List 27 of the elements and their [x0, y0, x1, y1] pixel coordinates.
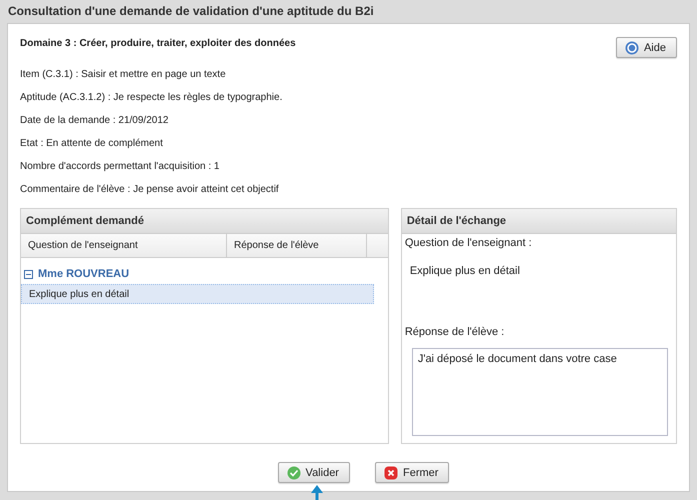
- detail-text: Nombre d'accords permettant l'acquisition : 1: [20, 161, 220, 173]
- check-icon: [286, 466, 301, 480]
- detail-text: Commentaire de l'élève : Je pense avoir atteint cet objectif: [20, 184, 280, 196]
- help-button[interactable]: Aide: [616, 37, 677, 58]
- column-header[interactable]: Question de l'enseignant: [21, 234, 227, 257]
- detail-text: Etat : En attente de complément: [20, 138, 164, 150]
- domain-heading: Domaine 3 : Créer, produire, traiter, exploiter des données: [20, 38, 296, 49]
- panel-title: Détail de l'échange: [402, 209, 676, 234]
- answer-box[interactable]: J'ai déposé le document dans votre case: [412, 348, 668, 436]
- detail-text: Date de la demande : 21/09/2012: [20, 115, 170, 127]
- window-title: Consultation d'une demande de validation d'une aptitude du B2i: [7, 3, 375, 20]
- group-label: Mme ROUVREAU: [38, 268, 130, 280]
- close-icon: [384, 466, 398, 480]
- detail-text: Item (C.3.1) : Saisir et mettre en page un texte: [20, 69, 227, 81]
- field-label: Réponse de l'élève :: [404, 325, 506, 338]
- field-label: Question de l'enseignant :: [404, 236, 533, 249]
- help-icon: [624, 40, 639, 54]
- table-cell: Explique plus en détail: [29, 288, 130, 300]
- pointer-arrow: [311, 485, 323, 500]
- question-text: Explique plus en détail: [408, 264, 521, 277]
- detail-text: Aptitude (AC.3.1.2) : Je respecte les règles de typographie.: [20, 92, 284, 104]
- collapse-icon[interactable]: [24, 270, 33, 278]
- close-button[interactable]: Fermer: [374, 462, 450, 483]
- table-row[interactable]: Explique plus en détail: [21, 284, 374, 304]
- validate-button[interactable]: Valider: [278, 462, 350, 483]
- column-header[interactable]: Réponse de l'élève: [227, 234, 367, 257]
- panel-title: Complément demandé: [21, 209, 388, 234]
